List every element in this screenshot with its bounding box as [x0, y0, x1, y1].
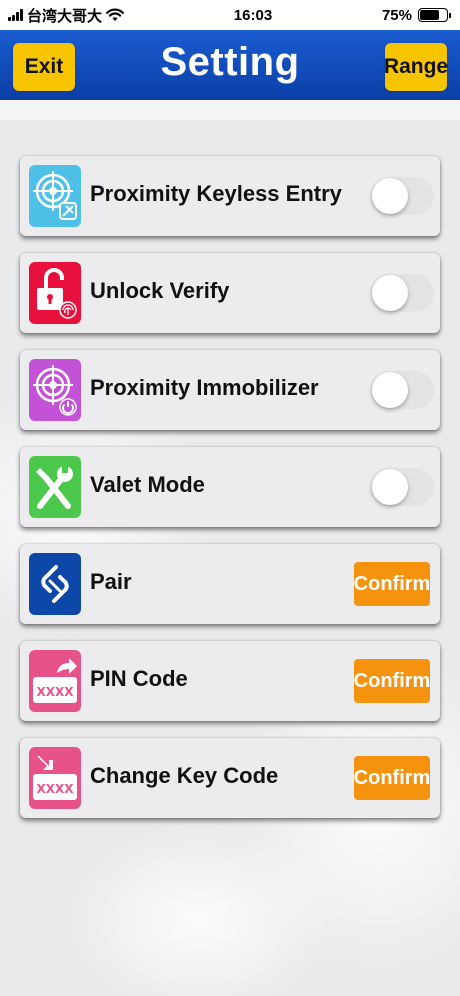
setting-row-pin-code: XXXX PIN Code Confirm [20, 641, 440, 721]
unlock-fingerprint-icon [29, 262, 81, 324]
status-time: 16:03 [233, 6, 273, 24]
wifi-icon [106, 8, 124, 21]
setting-label: Unlock Verify [90, 278, 230, 303]
proximity-keyless-entry-toggle[interactable] [370, 177, 434, 215]
cellular-signal-icon [8, 9, 23, 21]
valet-mode-toggle[interactable] [370, 468, 434, 506]
app-header: Exit Setting Range [0, 30, 460, 100]
setting-row-proximity-immobilizer: Proximity Immobilizer [20, 350, 440, 430]
status-bar: 台湾大哥大 16:03 75% [0, 0, 460, 30]
unlock-verify-toggle[interactable] [370, 274, 434, 312]
battery-percent: 75% [381, 6, 412, 24]
setting-row-pair: Pair Confirm [20, 544, 440, 624]
setting-row-proximity-keyless-entry: Proximity Keyless Entry [20, 156, 440, 236]
range-button[interactable]: Range [384, 43, 448, 91]
toggle-knob [372, 275, 408, 311]
setting-row-unlock-verify: Unlock Verify [20, 253, 440, 333]
pin-code-export-icon: XXXX [29, 650, 81, 712]
setting-label: Proximity Immobilizer [90, 375, 319, 400]
key-code-mask: XXXX [36, 782, 74, 796]
battery-level [419, 10, 440, 20]
setting-label: Change Key Code [90, 763, 279, 788]
setting-label: PIN Code [90, 666, 188, 691]
carrier-name: 台湾大哥大 [27, 7, 103, 25]
setting-row-valet-mode: Valet Mode [20, 447, 440, 527]
proximity-target-power-icon [29, 359, 81, 421]
header-divider [0, 100, 460, 120]
proximity-target-key-icon [29, 165, 81, 227]
key-code-import-icon: XXXX [29, 747, 81, 809]
link-icon [29, 553, 81, 615]
setting-label: Pair [90, 569, 132, 594]
status-left: 台湾大哥大 [8, 5, 124, 26]
toggle-knob [372, 178, 408, 214]
toggle-knob [372, 372, 408, 408]
battery-icon [417, 8, 451, 22]
pin-code-mask: XXXX [36, 685, 74, 699]
setting-label: Valet Mode [90, 472, 205, 497]
toggle-knob [372, 469, 408, 505]
setting-row-change-key-code: XXXX Change Key Code Confirm [20, 738, 440, 818]
status-right: 75% [381, 6, 451, 24]
wrench-screwdriver-icon [29, 456, 81, 518]
pin-code-confirm-button[interactable]: Confirm [354, 659, 430, 703]
setting-label: Proximity Keyless Entry [90, 181, 342, 206]
change-key-code-confirm-button[interactable]: Confirm [354, 756, 430, 800]
pair-confirm-button[interactable]: Confirm [354, 562, 430, 606]
proximity-immobilizer-toggle[interactable] [370, 371, 434, 409]
